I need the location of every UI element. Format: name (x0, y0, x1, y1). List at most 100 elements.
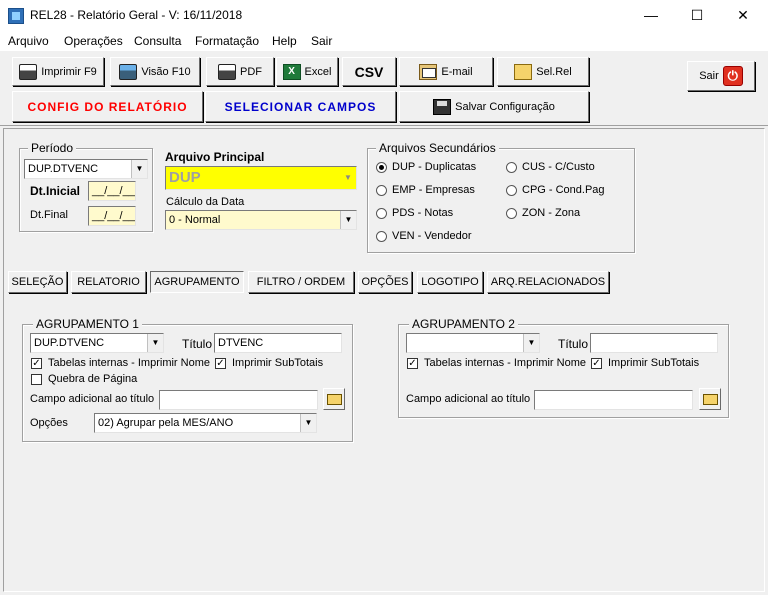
dt-final-label: Dt.Final (30, 209, 68, 221)
dt-final-input[interactable]: __/__/__ (88, 206, 136, 226)
agrupamento2-titulo-label: Título (558, 337, 589, 351)
dt-inicial-input[interactable]: __/__/__ (88, 181, 136, 201)
exit-button[interactable]: Sair ⏻ (687, 61, 755, 91)
tab-filtro-ordem[interactable]: FILTRO / ORDEM (248, 271, 354, 293)
agrupamento1-folder-button[interactable] (323, 388, 345, 410)
tab-agrupamento[interactable]: AGRUPAMENTO (150, 271, 244, 293)
periodo-legend: Período (28, 141, 77, 155)
agrupamento2-tabelas-checkbox[interactable]: ✓ (407, 358, 418, 369)
excel-label: Excel (304, 65, 332, 78)
radio-emp-label: EMP - Empresas (392, 184, 475, 196)
agrupamento2-subtotais-label: Imprimir SubTotais (608, 357, 700, 369)
agrupamento1-quebra-checkbox[interactable] (31, 374, 42, 385)
chevron-down-icon: ▼ (340, 211, 356, 229)
radio-ven[interactable] (376, 231, 387, 242)
print-button[interactable]: Imprimir F9 (12, 57, 104, 86)
agrupamento2-field-select[interactable]: ▼ (406, 333, 540, 353)
save-config-button[interactable]: Salvar Configuração (399, 91, 589, 122)
preview-printer-icon (119, 63, 138, 80)
folder-open-icon (703, 394, 718, 405)
radio-zon-label: ZON - Zona (522, 207, 581, 219)
tab-selecao[interactable]: SELEÇÃO (8, 271, 67, 293)
menu-operacoes[interactable]: Operações (64, 34, 123, 48)
chevron-down-icon: ▼ (300, 414, 316, 432)
radio-dup[interactable] (376, 162, 387, 173)
arquivo-principal-select[interactable]: DUP ▼ (165, 166, 357, 190)
agrupamento2-subtotais-checkbox[interactable]: ✓ (591, 358, 602, 369)
agrupamento1-titulo-input[interactable]: DTVENC (214, 333, 342, 353)
select-fields-label: SELECIONAR CAMPOS (224, 99, 377, 114)
tab-arq-relacionados[interactable]: ARQ.RELACIONADOS (487, 271, 609, 293)
config-report-button[interactable]: CONFIG DO RELATÓRIO (12, 91, 203, 122)
agrupamento2-titulo-input[interactable] (590, 333, 718, 353)
save-config-label: Salvar Configuração (455, 100, 555, 113)
arquivo-principal-value: DUP (169, 169, 201, 186)
agrupamento1-field-select[interactable]: DUP.DTVENC ▼ (30, 333, 164, 353)
menu-arquivo[interactable]: Arquivo (8, 34, 49, 48)
folder-open-icon (327, 394, 342, 405)
agrupamento1-campo-input[interactable] (159, 390, 318, 410)
power-icon: ⏻ (722, 66, 743, 86)
agrupamento1-titulo-label: Título (182, 337, 213, 351)
folder-stack-icon (514, 63, 533, 80)
selrel-button[interactable]: Sel.Rel (497, 57, 589, 86)
selrel-label: Sel.Rel (536, 65, 572, 78)
radio-ven-label: VEN - Vendedor (392, 230, 472, 242)
tab-relatorio[interactable]: RELATORIO (71, 271, 146, 293)
agrupamento2-campo-input[interactable] (534, 390, 693, 410)
chevron-down-icon: ▼ (147, 334, 163, 352)
chevron-down-icon: ▼ (131, 160, 147, 178)
menu-sair[interactable]: Sair (311, 34, 332, 48)
pdf-printer-icon (218, 63, 236, 80)
agrupamento1-field-value: DUP.DTVENC (34, 337, 105, 349)
periodo-field-select[interactable]: DUP.DTVENC ▼ (24, 159, 148, 179)
radio-zon[interactable] (506, 208, 517, 219)
preview-label: Visão F10 (141, 65, 191, 78)
window-title: REL28 - Relatório Geral - V: 16/11/2018 (30, 8, 243, 22)
radio-cus-label: CUS - C/Custo (522, 161, 595, 173)
menu-consulta[interactable]: Consulta (134, 34, 181, 48)
preview-button[interactable]: Visão F10 (110, 57, 200, 86)
calculo-data-value: 0 - Normal (169, 214, 221, 226)
radio-emp[interactable] (376, 185, 387, 196)
agrupamento1-subtotais-checkbox[interactable]: ✓ (215, 358, 226, 369)
close-button[interactable]: ✕ (720, 0, 766, 31)
menu-help[interactable]: Help (272, 34, 297, 48)
minimize-button[interactable]: — (628, 0, 674, 31)
agrupamento1-opcoes-label: Opções (30, 417, 68, 429)
excel-icon: X (282, 63, 301, 80)
email-icon (419, 63, 438, 80)
agrupamento1-campo-label: Campo adicional ao título (30, 393, 155, 405)
tab-logotipo[interactable]: LOGOTIPO (417, 271, 483, 293)
csv-button[interactable]: CSV (342, 57, 396, 86)
email-button[interactable]: E-mail (399, 57, 493, 86)
exit-label: Sair (699, 70, 719, 82)
agrupamento1-opcoes-select[interactable]: 02) Agrupar pela MES/ANO ▼ (94, 413, 317, 433)
dt-inicial-label: Dt.Inicial (30, 184, 81, 198)
email-label: E-mail (441, 65, 473, 78)
radio-dup-label: DUP - Duplicatas (392, 161, 477, 173)
agrupamento1-tabelas-label: Tabelas internas - Imprimir Nome (48, 357, 210, 369)
periodo-field-value: DUP.DTVENC (28, 163, 99, 175)
pdf-button[interactable]: PDF (206, 57, 274, 86)
radio-cpg[interactable] (506, 185, 517, 196)
agrupamento1-legend: AGRUPAMENTO 1 (33, 317, 142, 331)
tab-opcoes[interactable]: OPÇÕES (358, 271, 412, 293)
maximize-button[interactable]: ☐ (674, 0, 720, 31)
agrupamento1-opcoes-value: 02) Agrupar pela MES/ANO (98, 417, 234, 429)
calculo-data-select[interactable]: 0 - Normal ▼ (165, 210, 357, 230)
agrupamento2-legend: AGRUPAMENTO 2 (409, 317, 518, 331)
excel-button[interactable]: X Excel (276, 57, 338, 86)
chevron-down-icon: ▼ (523, 334, 539, 352)
radio-cus[interactable] (506, 162, 517, 173)
menu-formatacao[interactable]: Formatação (195, 34, 259, 48)
floppy-disk-icon (433, 98, 452, 115)
config-report-label: CONFIG DO RELATÓRIO (27, 99, 188, 114)
agrupamento1-tabelas-checkbox[interactable]: ✓ (31, 358, 42, 369)
agrupamento2-folder-button[interactable] (699, 388, 721, 410)
arquivo-principal-label: Arquivo Principal (165, 150, 265, 164)
agrupamento2-campo-label: Campo adicional ao título (406, 393, 531, 405)
radio-pds[interactable] (376, 208, 387, 219)
select-fields-button[interactable]: SELECIONAR CAMPOS (205, 91, 396, 122)
radio-pds-label: PDS - Notas (392, 207, 454, 219)
